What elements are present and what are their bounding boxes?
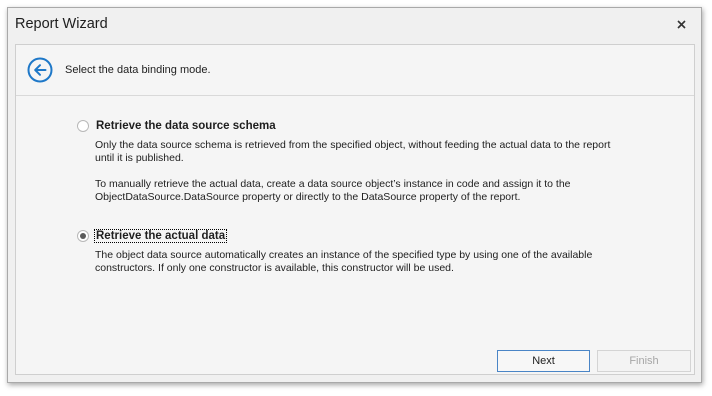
close-icon — [676, 19, 686, 29]
option-schema-note-line: ObjectDataSource.DataSource property or … — [95, 191, 521, 203]
option-schema-note-line: To manually retrieve the actual data, cr… — [95, 178, 571, 190]
wizard-header: Select the data binding mode. — [16, 45, 694, 96]
option-schema: Retrieve the data source schema Only the… — [77, 118, 610, 204]
option-actual-data-description: The object data source automatically cre… — [95, 249, 592, 275]
close-button[interactable] — [673, 16, 689, 32]
finish-button[interactable]: Finish — [597, 350, 691, 372]
option-actual-data-label[interactable]: Retrieve the actual data — [93, 229, 228, 243]
option-actual-data-description-line: constructors. If only one constructor is… — [95, 262, 454, 274]
option-schema-label[interactable]: Retrieve the data source schema — [95, 120, 277, 132]
radio-schema[interactable] — [77, 120, 89, 132]
option-actual-data-description-line: The object data source automatically cre… — [95, 249, 593, 261]
arrow-left-circle-icon — [27, 57, 53, 83]
page-instruction: Select the data binding mode. — [65, 64, 211, 76]
back-button[interactable] — [27, 57, 53, 83]
option-schema-description-line: Only the data source schema is retrieved… — [95, 139, 611, 151]
title-bar: Report Wizard — [8, 8, 701, 42]
next-button[interactable]: Next — [497, 350, 590, 372]
option-actual-data: Retrieve the actual data The object data… — [77, 228, 592, 275]
option-schema-description: Only the data source schema is retrieved… — [95, 139, 610, 165]
radio-actual-data[interactable] — [77, 230, 89, 242]
report-wizard-window: Report Wizard Select the data binding mo… — [7, 7, 702, 383]
window-title: Report Wizard — [15, 16, 108, 32]
option-schema-note: To manually retrieve the actual data, cr… — [95, 178, 610, 204]
option-schema-description-line: until it is published. — [95, 152, 184, 164]
wizard-page: Select the data binding mode. Retrieve t… — [15, 44, 695, 375]
